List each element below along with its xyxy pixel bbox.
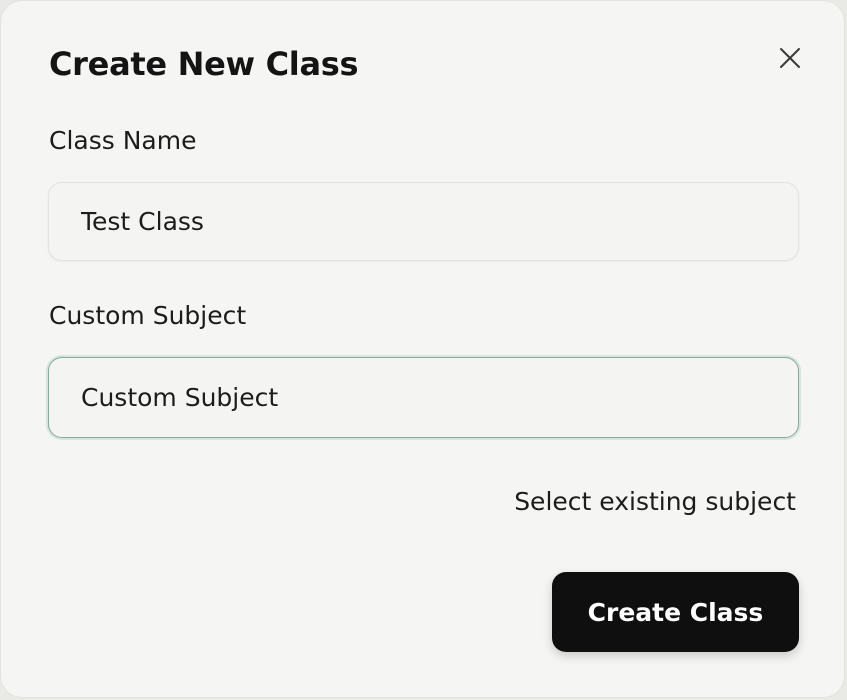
close-icon	[780, 48, 800, 68]
create-class-dialog: Create New Class Class Name Custom Subje…	[0, 0, 845, 698]
close-button[interactable]	[773, 41, 807, 75]
create-class-button[interactable]: Create Class	[552, 572, 799, 652]
dialog-title: Create New Class	[49, 45, 359, 83]
select-existing-subject-link[interactable]: Select existing subject	[514, 487, 796, 516]
class-name-input[interactable]	[48, 182, 799, 261]
custom-subject-input[interactable]	[48, 357, 799, 438]
class-name-label: Class Name	[49, 126, 197, 155]
custom-subject-label: Custom Subject	[49, 301, 247, 330]
